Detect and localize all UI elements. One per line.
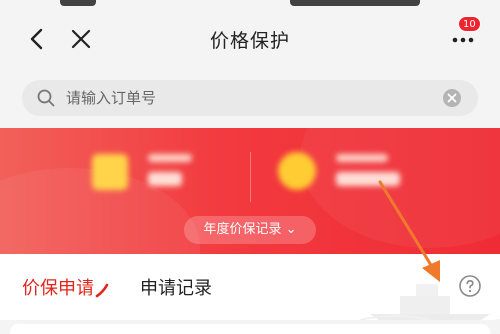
order-search-bar[interactable] <box>22 80 478 116</box>
tab-label: 价保申请 <box>22 278 94 299</box>
record-button-label: 年度价保记录 <box>203 222 282 237</box>
status-bar <box>0 0 500 10</box>
status-bar-fragment <box>60 0 96 6</box>
nav-bar: 价格保护 10 <box>0 14 500 64</box>
content-card-top <box>10 324 490 334</box>
tab-price-protection-apply[interactable]: 价保申请 <box>22 274 94 300</box>
blurred-stat-card <box>92 148 212 208</box>
notification-badge: 10 <box>458 16 481 32</box>
tab-application-records[interactable]: 申请记录 <box>140 274 212 300</box>
envelope-icon <box>92 154 128 190</box>
coin-icon <box>278 152 316 190</box>
chevron-down-icon: ⌄ <box>285 222 297 237</box>
tab-label: 申请记录 <box>140 278 212 299</box>
question-circle-icon[interactable] <box>458 274 482 298</box>
tab-bar: 价保申请 申请记录 <box>0 254 500 324</box>
annual-price-protection-record-button[interactable]: 年度价保记录 ⌄ <box>184 216 316 244</box>
blurred-label <box>336 154 388 162</box>
page-title: 价格保护 <box>209 30 290 52</box>
active-tab-indicator <box>95 283 109 298</box>
blurred-value <box>148 172 182 186</box>
page: 价格保护 10 请输入订单号 年度价保记录 ⌄ 价保申请 申请记录 <box>0 0 500 334</box>
search-icon <box>37 89 55 107</box>
clear-icon[interactable] <box>442 88 462 108</box>
blurred-label <box>148 154 192 162</box>
blurred-stat-card <box>278 148 408 208</box>
price-protection-banner: 年度价保记录 ⌄ <box>0 128 500 254</box>
blurred-value <box>336 172 400 186</box>
status-bar-fragment <box>290 0 420 6</box>
order-number-input[interactable] <box>66 80 436 116</box>
banner-divider <box>250 152 251 202</box>
